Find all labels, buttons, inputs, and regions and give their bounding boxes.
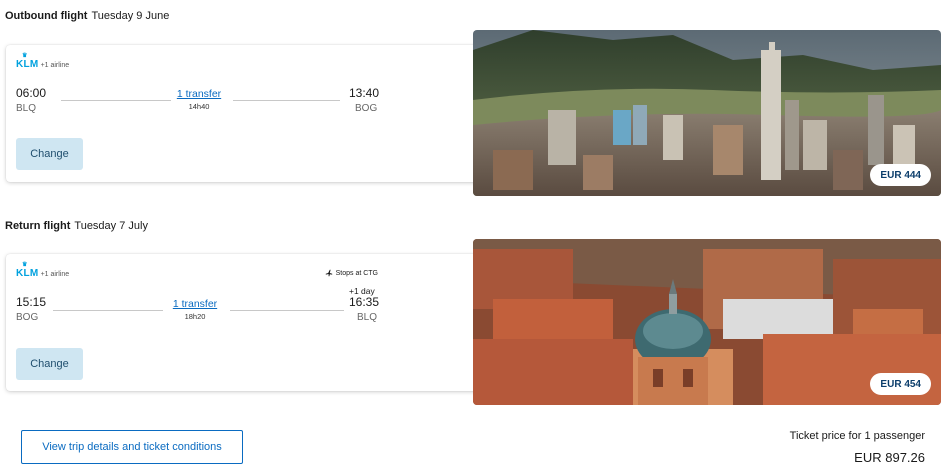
depart-code: BOG: [16, 312, 39, 323]
change-outbound-button[interactable]: Change: [16, 138, 83, 170]
return-date: Tuesday 7 July: [74, 220, 148, 232]
transfer-info: 1 transfer 18h20: [155, 298, 235, 321]
change-return-button[interactable]: Change: [16, 348, 83, 380]
crown-icon: ♛: [22, 53, 28, 59]
arrive-code: BLQ: [357, 312, 378, 323]
klm-logo: ♛ KLM: [16, 262, 39, 279]
view-trip-details-button[interactable]: View trip details and ticket conditions: [21, 430, 243, 464]
klm-logo: ♛ KLM: [16, 53, 39, 70]
return-airline: ♛ KLM +1 airline: [16, 262, 70, 279]
crown-icon: ♛: [22, 262, 28, 268]
depart-time: 15:15: [16, 295, 47, 309]
return-price-badge: EUR 454: [870, 373, 931, 395]
airline-extra: +1 airline: [40, 61, 70, 69]
bogota-city-photo: EUR 444: [473, 30, 941, 196]
arrive-time: 16:35: [349, 295, 380, 309]
arrive-time: 13:40: [349, 86, 380, 100]
outbound-price-badge: EUR 444: [870, 164, 931, 186]
outbound-date: Tuesday 9 June: [91, 10, 170, 22]
stops-note: Stops at CTG: [325, 269, 378, 277]
depart-code: BLQ: [16, 103, 37, 114]
route-line-right: [230, 310, 344, 311]
return-label: Return flight: [5, 220, 71, 232]
ticket-price-label: Ticket price for 1 passenger: [789, 430, 925, 442]
outbound-airline: ♛ KLM +1 airline: [16, 53, 70, 70]
total-price: EUR 897.26: [854, 450, 925, 465]
flight-duration: 14h40: [188, 102, 210, 111]
route-line-left: [53, 310, 163, 311]
flight-duration: 18h20: [184, 312, 206, 321]
outbound-heading: Outbound flight Tuesday 9 June: [5, 10, 169, 22]
arrive-code: BOG: [355, 103, 378, 114]
route-line-left: [61, 100, 171, 101]
bologna-city-photo: EUR 454: [473, 239, 941, 405]
outbound-flight-card: ♛ KLM +1 airline 06:00 BLQ 1 transfer 14h…: [6, 45, 486, 182]
depart-time: 06:00: [16, 86, 47, 100]
return-flight-card: ♛ KLM +1 airline Stops at CTG 15:15 BOG 1…: [6, 254, 486, 391]
return-heading: Return flight Tuesday 7 July: [5, 220, 148, 232]
transfer-info: 1 transfer 14h40: [159, 88, 239, 111]
transfer-link[interactable]: 1 transfer: [159, 88, 239, 100]
airline-extra: +1 airline: [40, 270, 70, 278]
transfer-link[interactable]: 1 transfer: [155, 298, 235, 310]
plane-icon: [325, 269, 332, 277]
outbound-label: Outbound flight: [5, 10, 88, 22]
route-line-right: [233, 100, 340, 101]
stops-label: Stops at CTG: [335, 269, 378, 277]
